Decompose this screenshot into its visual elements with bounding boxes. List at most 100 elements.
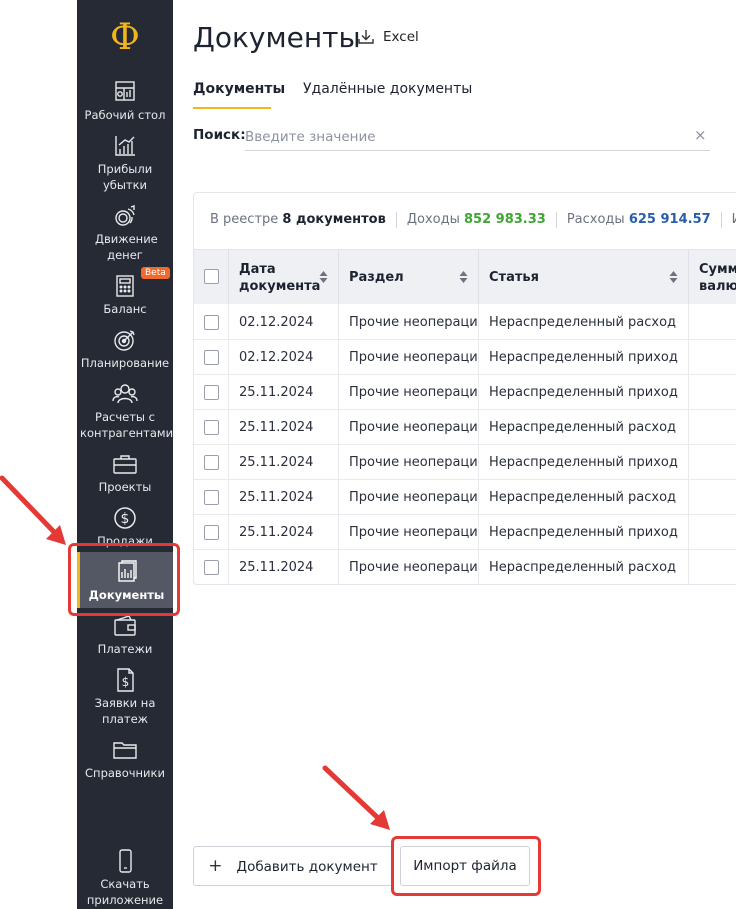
document-count: 8 документов — [282, 212, 386, 227]
target-icon — [112, 328, 138, 352]
sidebar-item-payments[interactable]: Платежи — [77, 614, 173, 657]
search-input[interactable] — [245, 124, 710, 151]
sidebar-item-payment-requests[interactable]: $ Заявки на платеж — [77, 668, 173, 727]
cell-section: Прочие неоперационные — [339, 375, 479, 410]
row-checkbox[interactable] — [204, 490, 219, 505]
sidebar-item-label: Прибыли убытки — [97, 162, 153, 192]
beta-badge: Beta — [141, 267, 170, 279]
divider — [555, 211, 557, 228]
sidebar-item-label: Заявки на платеж — [94, 696, 156, 726]
column-header-article[interactable]: Статья — [479, 250, 689, 305]
row-checkbox[interactable] — [204, 420, 219, 435]
cell-amount — [689, 515, 736, 550]
registry-summary: В реестре 8 документов Доходы 852 983.33 Р… — [210, 211, 736, 229]
sidebar-item-projects[interactable]: Проекты — [77, 452, 173, 495]
summary-prefix: В реестре — [210, 212, 279, 227]
column-header-amount[interactable]: Сумм валют — [689, 250, 736, 305]
cell-date: 25.11.2024 — [229, 445, 339, 480]
table-header: Дата документа Раздел Статья Сумм валют — [194, 249, 736, 305]
sort-icon — [459, 271, 468, 283]
calculator-icon — [112, 274, 138, 298]
search-label: Поиск: — [193, 127, 246, 143]
row-select-cell — [194, 305, 229, 340]
column-header-section[interactable]: Раздел — [339, 250, 479, 305]
cell-date: 25.11.2024 — [229, 375, 339, 410]
tab-deleted-documents[interactable]: Удалённые документы — [303, 79, 472, 99]
cell-article: Нераспределенный приход — [479, 375, 689, 410]
tab-documents[interactable]: Документы — [193, 79, 285, 99]
add-document-label: Добавить документ — [236, 859, 378, 875]
sidebar-item-label: Платежи — [97, 642, 153, 656]
sidebar-item-cash-flow[interactable]: Движение денег — [77, 204, 173, 263]
sidebar-item-planning[interactable]: Планирование — [77, 328, 173, 371]
sidebar-item-label: Скачать приложение — [86, 877, 164, 907]
row-checkbox[interactable] — [204, 525, 219, 540]
plus-icon: + — [208, 856, 223, 876]
excel-export-button[interactable]: Excel — [357, 26, 419, 48]
cell-amount — [689, 550, 736, 584]
svg-text:$: $ — [121, 511, 130, 527]
sidebar-item-label: Проекты — [98, 480, 152, 494]
sidebar-item-download-app[interactable]: Скачать приложение — [77, 849, 173, 908]
dollar-circle-icon: $ — [112, 506, 138, 530]
table-row[interactable]: 25.11.2024Прочие неоперационныеНераспред… — [194, 445, 736, 480]
active-tab-indicator — [193, 107, 271, 109]
cell-section: Прочие неоперационные — [339, 410, 479, 445]
cell-article: Нераспределенный приход — [479, 445, 689, 480]
page-title: Документы — [193, 21, 361, 54]
cell-article: Нераспределенный расход — [479, 480, 689, 515]
cell-amount — [689, 340, 736, 375]
expense-label: Расходы — [566, 212, 625, 227]
table-row[interactable]: 02.12.2024Прочие неоперационныеНераспред… — [194, 340, 736, 375]
phone-icon — [112, 849, 138, 873]
cell-amount — [689, 445, 736, 480]
cell-amount — [689, 410, 736, 445]
sidebar-item-balance[interactable]: Баланс — [77, 274, 173, 317]
cell-date: 25.11.2024 — [229, 550, 339, 584]
clear-icon[interactable]: × — [694, 126, 707, 144]
cell-date: 25.11.2024 — [229, 410, 339, 445]
sort-icon — [319, 271, 328, 283]
table-row[interactable]: 25.11.2024Прочие неоперационныеНераспред… — [194, 550, 736, 584]
table-row[interactable]: 25.11.2024Прочие неоперационныеНераспред… — [194, 515, 736, 550]
cell-article: Нераспределенный приход — [479, 340, 689, 375]
sidebar: Ф Рабочий стол Прибыли убытки Движение д… — [77, 0, 173, 909]
table-row[interactable]: 25.11.2024Прочие неоперационныеНераспред… — [194, 480, 736, 515]
sidebar-item-references[interactable]: Справочники — [77, 738, 173, 781]
svg-text:$: $ — [122, 675, 130, 689]
sidebar-item-dashboard[interactable]: Рабочий стол — [77, 80, 173, 123]
cell-date: 25.11.2024 — [229, 515, 339, 550]
row-select-cell — [194, 445, 229, 480]
income-label: Доходы — [406, 212, 460, 227]
cell-date: 02.12.2024 — [229, 305, 339, 340]
sidebar-item-label: Планирование — [80, 356, 170, 370]
cell-article: Нераспределенный расход — [479, 305, 689, 340]
cell-section: Прочие неоперационные — [339, 305, 479, 340]
cell-date: 25.11.2024 — [229, 480, 339, 515]
row-checkbox[interactable] — [204, 455, 219, 470]
table-row[interactable]: 25.11.2024Прочие неоперационныеНераспред… — [194, 375, 736, 410]
sidebar-item-profit-loss[interactable]: Прибыли убытки — [77, 134, 173, 193]
row-checkbox[interactable] — [204, 350, 219, 365]
sidebar-item-label: Справочники — [85, 766, 165, 780]
cell-amount — [689, 375, 736, 410]
table-row[interactable]: 02.12.2024Прочие неоперационныеНераспред… — [194, 305, 736, 340]
sidebar-item-counterparties[interactable]: Расчеты с контрагентами — [77, 382, 173, 441]
cell-section: Прочие неоперационные — [339, 445, 479, 480]
column-header-date[interactable]: Дата документа — [229, 250, 339, 305]
cell-section: Прочие неоперационные — [339, 550, 479, 584]
cell-section: Прочие неоперационные — [339, 515, 479, 550]
cell-amount — [689, 305, 736, 340]
select-all-checkbox[interactable] — [204, 269, 219, 284]
download-icon — [357, 28, 375, 46]
cell-section: Прочие неоперационные — [339, 480, 479, 515]
row-select-cell — [194, 340, 229, 375]
row-checkbox[interactable] — [204, 385, 219, 400]
select-all-cell — [194, 250, 229, 305]
row-checkbox[interactable] — [204, 315, 219, 330]
row-checkbox[interactable] — [204, 560, 219, 575]
expense-value: 625 914.57 — [628, 212, 711, 227]
table-row[interactable]: 25.11.2024Прочие неоперационныеНераспред… — [194, 410, 736, 445]
cell-section: Прочие неоперационные — [339, 340, 479, 375]
add-document-button[interactable]: + Добавить документ — [193, 846, 393, 886]
